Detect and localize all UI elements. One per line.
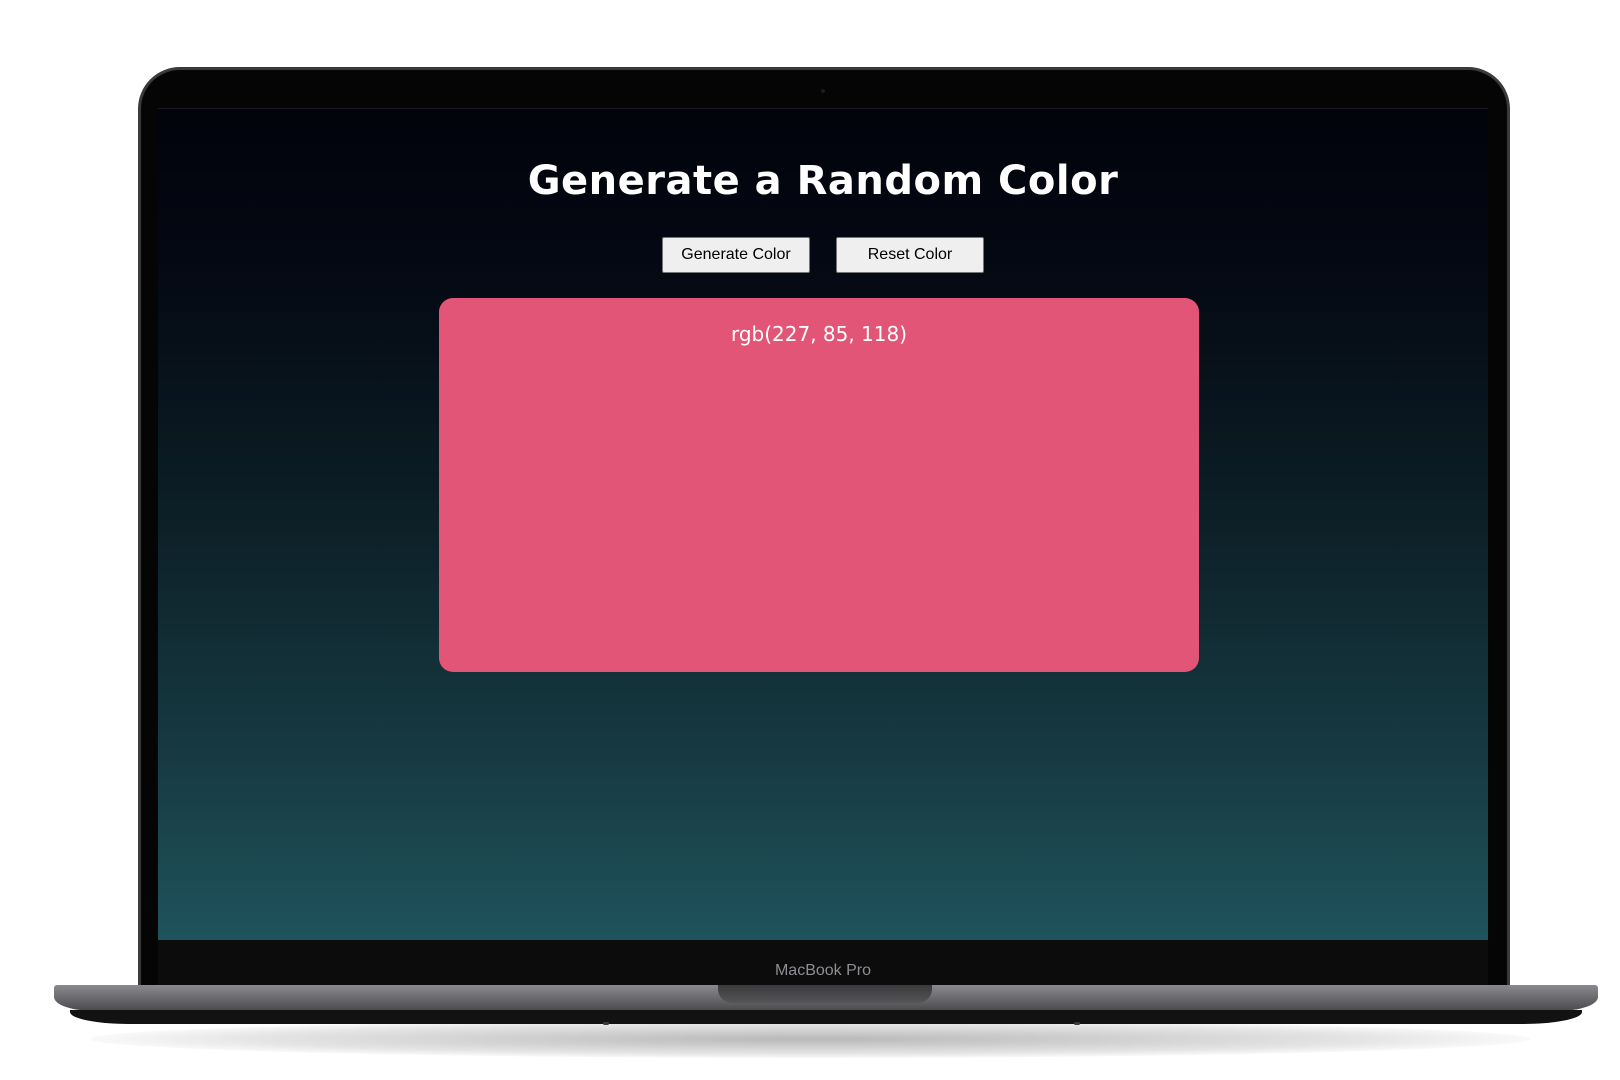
laptop-lid-notch	[718, 985, 932, 1003]
app-screen: Generate a Random Color Generate Color R…	[158, 108, 1488, 940]
button-row: Generate Color Reset Color	[158, 237, 1488, 273]
device-brand-label: MacBook Pro	[774, 962, 872, 979]
camera-icon	[821, 89, 825, 93]
page-title: Generate a Random Color	[527, 158, 1119, 204]
laptop-base-bottom	[70, 1010, 1582, 1024]
laptop-foot	[1074, 1022, 1080, 1025]
laptop-foot	[603, 1022, 609, 1025]
laptop-shadow	[90, 1020, 1530, 1058]
screen-edge	[158, 108, 1488, 109]
color-value-label: rgb(227, 85, 118)	[730, 322, 908, 346]
color-display-box: rgb(227, 85, 118)	[439, 298, 1199, 672]
reset-color-button[interactable]: Reset Color	[836, 237, 984, 273]
laptop-mockup: Generate a Random Color Generate Color R…	[0, 0, 1620, 1080]
generate-color-button[interactable]: Generate Color	[662, 237, 810, 273]
